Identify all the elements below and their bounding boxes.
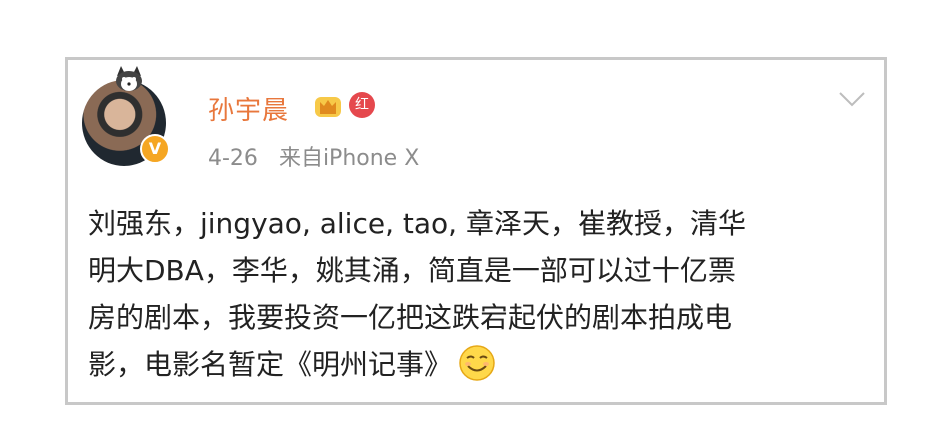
post-body-line: 房的剧本，我要投资一亿把这跌宕起伏的剧本拍成电 xyxy=(88,301,733,334)
smile-emoji-icon xyxy=(459,345,495,381)
weibo-post-card: V 孙宇晨 红 4-26 来自iPhone X 刘强东，jingyao, ali… xyxy=(65,57,887,405)
crown-badge-icon[interactable] xyxy=(313,91,343,119)
post-body: 刘强东，jingyao, alice, tao, 章泽天，崔教授，清华 明大DB… xyxy=(88,200,878,388)
post-body-line: 影，电影名暂定《明州记事》 xyxy=(88,348,453,381)
post-username[interactable]: 孙宇晨 xyxy=(208,90,289,127)
post-source: 来自iPhone X xyxy=(278,146,420,171)
post-meta: 4-26 来自iPhone X xyxy=(208,140,419,172)
user-avatar[interactable]: V xyxy=(82,66,170,166)
post-body-line: 刘强东，jingyao, alice, tao, 章泽天，崔教授，清华 xyxy=(88,207,746,240)
red-badge-icon[interactable]: 红 xyxy=(349,92,375,118)
post-body-line: 明大DBA，李华，姚其涌，简直是一部可以过十亿票 xyxy=(88,254,736,287)
verified-v-icon: V xyxy=(140,134,170,164)
red-badge-label: 红 xyxy=(355,97,369,113)
chevron-down-icon[interactable] xyxy=(838,90,866,108)
post-body-last-line: 影，电影名暂定《明州记事》 xyxy=(88,341,878,388)
husky-pendant-icon xyxy=(116,66,142,91)
post-date: 4-26 xyxy=(208,146,258,171)
